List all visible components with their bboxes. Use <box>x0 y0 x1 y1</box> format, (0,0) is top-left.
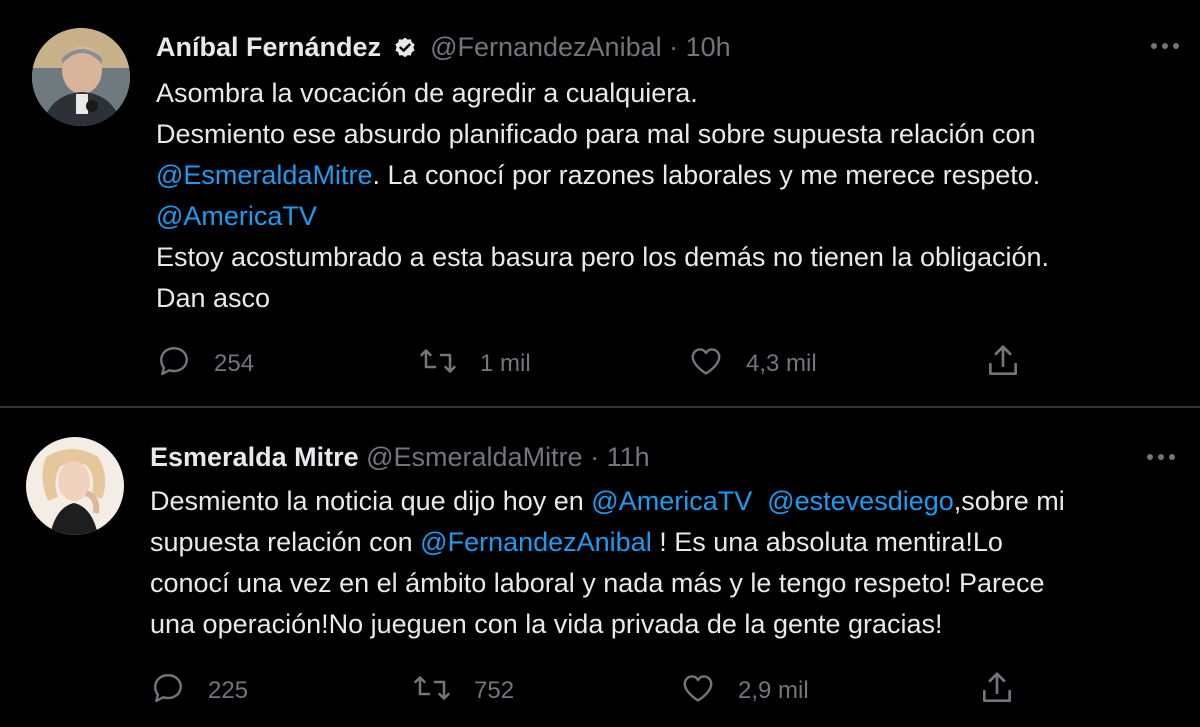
separator-dot: · <box>590 442 600 472</box>
tweet-divider <box>0 406 1200 408</box>
text-line: Asombra la vocación de agredir a cualqui… <box>156 73 1049 114</box>
separator-dot: · <box>669 32 679 62</box>
text-segment: Desmiento ese absurdo planificado para m… <box>156 119 1036 149</box>
text-segment: conocí una vez en el ámbito laboral y na… <box>150 568 1045 598</box>
mention-link[interactable]: @EsmeraldaMitre <box>156 160 372 190</box>
text-line: conocí una vez en el ámbito laboral y na… <box>150 563 1065 604</box>
text-segment: ! Es una absoluta mentira!Lo <box>651 527 1003 557</box>
like-button[interactable]: 2,9 mil <box>680 671 809 711</box>
text-segment: ,sobre mi <box>953 486 1065 516</box>
more-icon[interactable] <box>1146 441 1176 469</box>
text-line: una operación!No jueguen con la vida pri… <box>150 604 1065 645</box>
reply-button[interactable]: 225 <box>150 671 248 711</box>
tweet[interactable]: Aníbal Fernández @FernandezAnibal · 10h … <box>0 0 1200 407</box>
reply-button[interactable]: 254 <box>156 344 254 384</box>
text-segment <box>752 486 767 516</box>
tweet-actions: 225 752 2,9 mil <box>0 671 1200 711</box>
heart-icon <box>688 343 724 386</box>
tweet-actions: 254 1 mil 4,3 mil <box>0 344 1200 384</box>
tweet-timestamp[interactable]: 10h <box>686 32 731 62</box>
author-handle[interactable]: @FernandezAnibal <box>430 32 662 62</box>
more-icon[interactable] <box>1150 30 1180 58</box>
avatar[interactable] <box>26 437 124 535</box>
text-segment: supuesta relación con <box>150 527 421 557</box>
tweet-header: Esmeralda Mitre @EsmeraldaMitre · 11h <box>150 440 650 474</box>
avatar[interactable] <box>32 28 130 126</box>
retweet-count: 752 <box>474 677 515 704</box>
mention-link[interactable]: @AmericaTV <box>591 486 752 516</box>
reply-count: 225 <box>208 677 249 704</box>
like-count: 4,3 mil <box>746 350 817 377</box>
tweet-timestamp[interactable]: 11h <box>607 442 650 472</box>
tweet-text: Desmiento la noticia que dijo hoy en @Am… <box>150 481 1065 645</box>
text-segment: Desmiento la noticia que dijo hoy en <box>150 486 592 516</box>
text-line: @EsmeraldaMitre. La conocí por razones l… <box>156 155 1049 196</box>
retweet-button[interactable]: 1 mil <box>418 344 531 384</box>
text-line: @AmericaTV <box>156 196 1049 237</box>
author-name[interactable]: Esmeralda Mitre <box>150 442 359 472</box>
text-line: Estoy acostumbrado a esta basura pero lo… <box>156 237 1049 278</box>
text-segment: Estoy acostumbrado a esta basura pero lo… <box>156 242 1050 272</box>
text-line: Desmiento ese absurdo planificado para m… <box>156 114 1049 155</box>
mention-link[interactable]: @FernandezAnibal <box>420 527 652 557</box>
text-line: supuesta relación con @FernandezAnibal !… <box>150 522 1065 563</box>
reply-icon <box>150 670 186 713</box>
like-button[interactable]: 4,3 mil <box>688 344 817 384</box>
retweet-count: 1 mil <box>480 350 531 377</box>
share-button[interactable] <box>978 671 1016 711</box>
author-handle[interactable]: @EsmeraldaMitre <box>366 442 582 472</box>
text-line: Dan asco <box>156 278 1049 319</box>
tweet-header: Aníbal Fernández @FernandezAnibal · 10h <box>156 30 731 68</box>
mention-link[interactable]: @AmericaTV <box>156 201 317 231</box>
text-segment: Asombra la vocación de agredir a cualqui… <box>156 78 698 108</box>
reply-icon <box>156 343 192 386</box>
share-icon <box>984 342 1022 387</box>
heart-icon <box>680 670 716 713</box>
retweet-button[interactable]: 752 <box>412 671 514 711</box>
tweet[interactable]: Esmeralda Mitre @EsmeraldaMitre · 11h De… <box>0 409 1200 727</box>
text-segment: . La conocí por razones laborales y me m… <box>372 160 1041 190</box>
share-icon <box>978 669 1016 714</box>
text-segment: una operación!No jueguen con la vida pri… <box>150 609 943 639</box>
share-button[interactable] <box>984 344 1022 384</box>
retweet-icon <box>412 670 452 713</box>
tweet-text: Asombra la vocación de agredir a cualqui… <box>156 73 1049 319</box>
like-count: 2,9 mil <box>738 677 809 704</box>
mention-link[interactable]: @estevesdiego <box>767 486 954 516</box>
reply-count: 254 <box>214 350 255 377</box>
retweet-icon <box>418 343 458 386</box>
author-name[interactable]: Aníbal Fernández <box>156 32 381 62</box>
verified-badge-icon <box>393 34 417 68</box>
text-line: Desmiento la noticia que dijo hoy en @Am… <box>150 481 1065 522</box>
text-segment: Dan asco <box>156 283 271 313</box>
